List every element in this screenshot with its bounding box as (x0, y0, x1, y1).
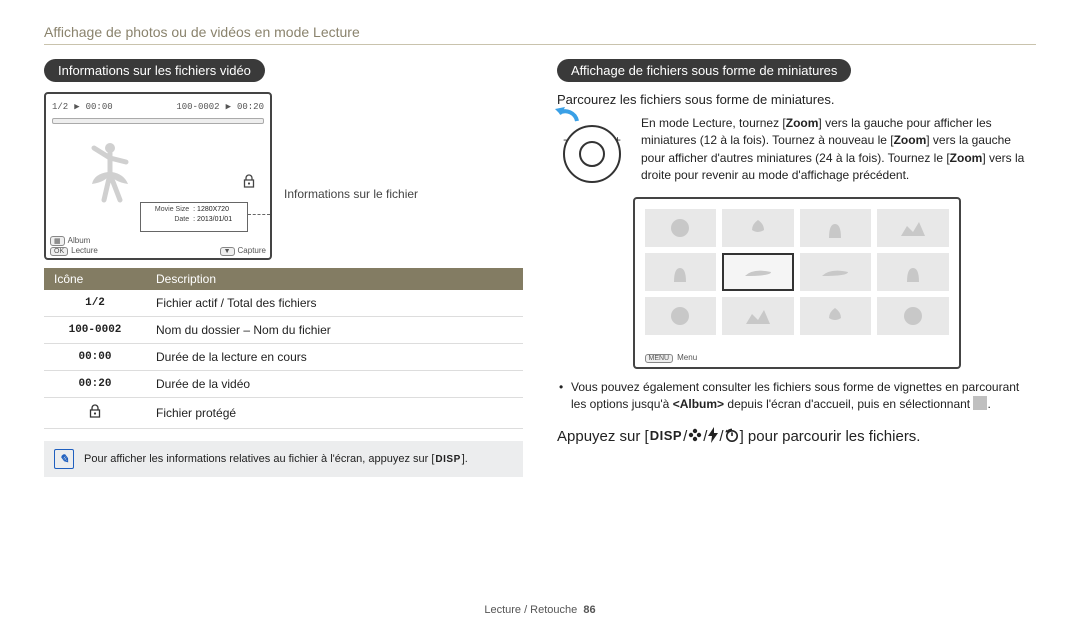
thumb-item (645, 253, 717, 291)
right-column: Affichage de fichiers sous forme de mini… (557, 59, 1036, 447)
page-title: Affichage de photos ou de vidéos en mode… (44, 24, 1036, 40)
video-info-mock: 1/2 ▶ 00:00 100-0002 ▶ 00:20 (44, 92, 523, 260)
thumb-item-selected (722, 253, 794, 291)
album-badge: ▦ (50, 236, 65, 246)
right-subtitle: Parcourez les fichiers sous forme de min… (557, 92, 1036, 107)
app-tile-icon (973, 396, 987, 410)
thumb-item (800, 297, 872, 335)
video-screen: 1/2 ▶ 00:00 100-0002 ▶ 00:20 (44, 92, 272, 260)
zoom-dial-row: − + En mode Lecture, tournez [Zoom] vers… (557, 115, 1036, 185)
timer-icon (724, 427, 740, 447)
lecture-label: Lecture (71, 246, 98, 255)
table-row: 1/2Fichier actif / Total des fichiers (44, 290, 523, 317)
disp-label: DISP (434, 454, 461, 465)
right-heading: Affichage de fichiers sous forme de mini… (557, 59, 851, 82)
thumb-item (645, 297, 717, 335)
left-heading: Informations sur les fichiers vidéo (44, 59, 265, 82)
thumb-item (877, 297, 949, 335)
icon-description-table: Icône Description 1/2Fichier actif / Tot… (44, 268, 523, 429)
table-row: 100-0002Nom du dossier – Nom du fichier (44, 317, 523, 344)
album-label: Album (68, 236, 91, 245)
cap-badge: ▼ (220, 247, 235, 256)
title-divider (44, 44, 1036, 45)
progress-bar (52, 118, 264, 124)
dial-ring (563, 125, 621, 183)
time-elapsed: 00:00 (86, 102, 113, 112)
flash-icon (707, 427, 719, 447)
info-icon: ✎ (54, 449, 74, 469)
ok-badge: OK (50, 247, 68, 256)
counter: 1/2 (52, 102, 68, 112)
thumb-item (645, 209, 717, 247)
table-row: 00:20Durée de la vidéo (44, 371, 523, 398)
thumb-item (877, 209, 949, 247)
page-footer: Lecture / Retouche 86 (44, 604, 1036, 616)
zoom-dial: − + (557, 115, 627, 183)
left-column: Informations sur les fichiers vidéo 1/2 … (44, 59, 523, 477)
thumb-item (877, 253, 949, 291)
thumbnail-screen: MENUMenu (633, 197, 961, 369)
capture-label: Capture (238, 246, 266, 255)
play-icon: ▶ (74, 102, 79, 112)
disp-label: DISP (649, 428, 683, 443)
footer-section: Lecture / Retouche (484, 604, 577, 616)
th-desc: Description (146, 268, 523, 290)
lock-icon (88, 410, 102, 422)
menu-badge: MENU (645, 354, 674, 363)
table-row: 00:00Durée de la lecture en cours (44, 344, 523, 371)
menu-label: Menu (677, 353, 697, 362)
rotate-left-arrow-icon (553, 107, 581, 130)
dial-text: En mode Lecture, tournez [Zoom] vers la … (641, 115, 1036, 185)
thumbnail-grid (645, 209, 949, 335)
note-box: ✎ Pour afficher les informations relativ… (44, 441, 523, 477)
lock-icon (242, 174, 256, 191)
play-icon-2: ▶ (226, 102, 231, 112)
flower-icon (687, 427, 703, 447)
folder-file: 100-0002 (176, 102, 219, 112)
th-icon: Icône (44, 268, 146, 290)
file-info-callout: Informations sur le fichier (284, 187, 418, 201)
thumb-item (722, 297, 794, 335)
thumb-item (800, 209, 872, 247)
file-info-popup: Movie Size: 1280X720 Date: 2013/01/01 (140, 202, 248, 232)
thumb-item (722, 209, 794, 247)
callout-leader (248, 214, 270, 216)
navigate-instruction: Appuyez sur [DISP///] pour parcourir les… (557, 427, 1036, 447)
thumb-item (800, 253, 872, 291)
note-text: Pour afficher les informations relatives… (84, 453, 468, 465)
time-total: 00:20 (237, 102, 264, 112)
bullet-1: Vous pouvez également consulter les fich… (557, 379, 1036, 414)
table-row: Fichier protégé (44, 398, 523, 429)
dancer-icon (90, 140, 134, 209)
columns: Informations sur les fichiers vidéo 1/2 … (44, 59, 1036, 600)
footer-page-number: 86 (583, 604, 595, 616)
